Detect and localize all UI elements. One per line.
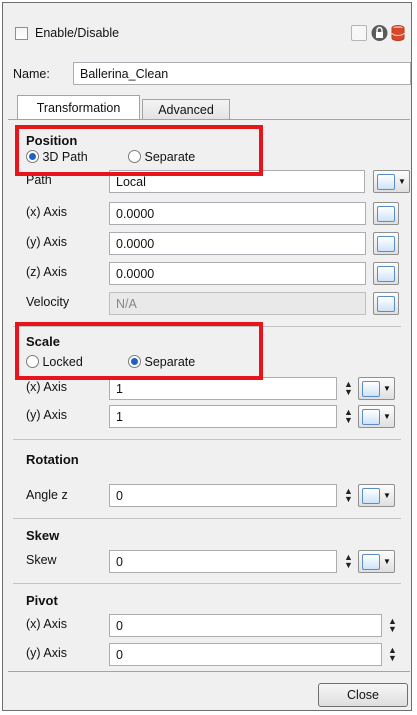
- angle-z-spinner[interactable]: ▲ ▼: [344, 487, 353, 504]
- name-field[interactable]: Ballerina_Clean: [73, 62, 411, 85]
- chevron-down-icon: ▼: [383, 384, 391, 393]
- function-curve-icon: [377, 265, 395, 282]
- pivot-x-spinner[interactable]: ▲ ▼: [388, 617, 397, 634]
- velocity-label: Velocity: [26, 295, 70, 309]
- pos-x-function-button[interactable]: [373, 202, 399, 225]
- pivot-y-label: (y) Axis: [26, 646, 67, 660]
- function-curve-icon: [377, 235, 395, 252]
- scale-x-spinner[interactable]: ▲ ▼: [344, 380, 353, 397]
- skew-title: Skew: [26, 528, 60, 543]
- name-label: Name:: [13, 67, 50, 81]
- position-highlight-box: [15, 125, 263, 176]
- function-curve-icon: [377, 205, 395, 222]
- angle-z-label: Angle z: [26, 488, 68, 502]
- chevron-down-icon: ▼: [383, 491, 391, 500]
- pos-x-field[interactable]: 0.0000: [109, 202, 366, 225]
- chevron-down-icon: ▼: [383, 557, 391, 566]
- enable-disable-label: Enable/Disable: [35, 26, 120, 40]
- close-button[interactable]: Close: [318, 683, 408, 707]
- section-divider: [13, 583, 401, 584]
- pivot-title: Pivot: [26, 593, 58, 608]
- function-curve-icon: [377, 173, 395, 190]
- chevron-down-icon: ▼: [383, 412, 391, 421]
- function-curve-icon: [362, 553, 380, 570]
- function-curve-icon: [362, 487, 380, 504]
- pos-z-field[interactable]: 0.0000: [109, 262, 366, 285]
- pivot-y-spinner[interactable]: ▲ ▼: [388, 646, 397, 663]
- chevron-down-icon: ▼: [398, 177, 406, 186]
- enable-disable-checkbox[interactable]: [15, 27, 28, 40]
- tab-panel-border: [8, 119, 410, 120]
- function-curve-icon: [377, 295, 395, 312]
- database-icon[interactable]: [390, 24, 406, 42]
- scale-y-spinner[interactable]: ▲ ▼: [344, 408, 353, 425]
- scale-y-field[interactable]: 1: [109, 405, 337, 428]
- pos-z-function-button[interactable]: [373, 262, 399, 285]
- pos-y-field[interactable]: 0.0000: [109, 232, 366, 255]
- rotation-title: Rotation: [26, 452, 79, 467]
- section-divider: [13, 439, 401, 440]
- pos-z-label: (z) Axis: [26, 265, 67, 279]
- skew-spinner[interactable]: ▲ ▼: [344, 553, 353, 570]
- scale-x-label: (x) Axis: [26, 380, 67, 394]
- pos-y-function-button[interactable]: [373, 232, 399, 255]
- angle-z-function-button[interactable]: ▼: [358, 484, 395, 507]
- function-curve-icon: [362, 408, 380, 425]
- scale-x-field[interactable]: 1: [109, 377, 337, 400]
- velocity-function-button[interactable]: [373, 292, 399, 315]
- scale-y-function-button[interactable]: ▼: [358, 405, 395, 428]
- scale-x-function-button[interactable]: ▼: [358, 377, 395, 400]
- blank-toggle-icon[interactable]: [351, 25, 367, 41]
- skew-field[interactable]: 0: [109, 550, 337, 573]
- skew-function-button[interactable]: ▼: [358, 550, 395, 573]
- pivot-x-field[interactable]: 0: [109, 614, 382, 637]
- lock-icon[interactable]: [371, 24, 388, 42]
- pivot-x-label: (x) Axis: [26, 617, 67, 631]
- pos-y-label: (y) Axis: [26, 235, 67, 249]
- skew-label: Skew: [26, 553, 57, 567]
- pos-x-label: (x) Axis: [26, 205, 67, 219]
- function-curve-icon: [362, 380, 380, 397]
- angle-z-field[interactable]: 0: [109, 484, 337, 507]
- pivot-y-field[interactable]: 0: [109, 643, 382, 666]
- path-function-button[interactable]: ▼: [373, 170, 410, 193]
- tab-panel-bottom-border: [8, 671, 410, 672]
- tab-advanced[interactable]: Advanced: [142, 99, 230, 119]
- section-divider: [13, 518, 401, 519]
- scale-highlight-box: [15, 322, 263, 380]
- tab-transformation[interactable]: Transformation: [17, 95, 140, 119]
- scale-y-label: (y) Axis: [26, 408, 67, 422]
- velocity-field: N/A: [109, 292, 366, 315]
